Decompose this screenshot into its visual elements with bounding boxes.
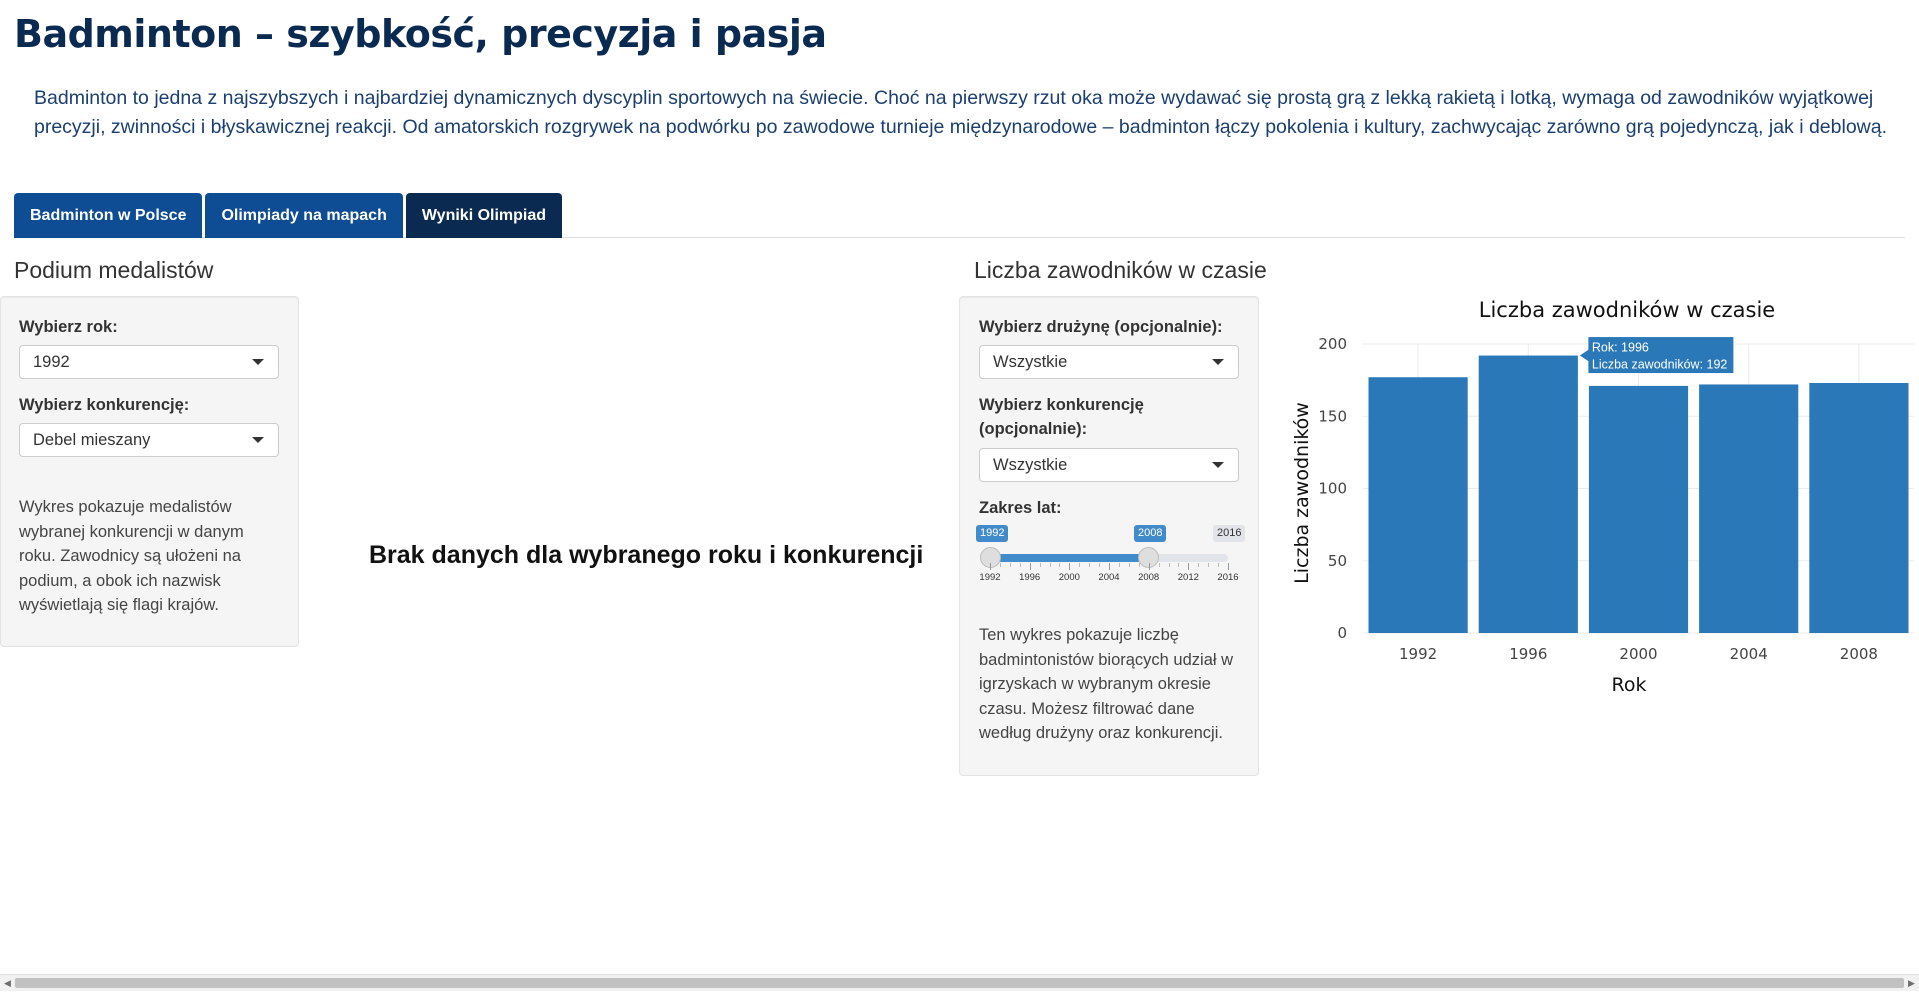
slider-minor-tick [1178,563,1180,567]
scroll-left-icon[interactable]: ◀ [0,975,15,992]
slider-tick [1109,563,1110,570]
team-select[interactable]: Wszystkie [979,345,1239,379]
horizontal-scrollbar[interactable]: ◀ ▶ [0,974,1919,991]
chart-x-tick-label: 2004 [1730,645,1768,663]
slider-tick-label: 2008 [1138,572,1160,583]
chart-title: Liczba zawodników w czasie [1479,298,1775,322]
participants-section-title: Liczba zawodników w czasie [974,257,1267,283]
slider-minor-tick [1099,563,1101,567]
year-range-label: Zakres lat: [979,499,1062,517]
participants-event-select-value: Wszystkie [993,455,1068,474]
participants-help-text: Ten wykres pokazuje liczbę badmintonistó… [979,626,1234,742]
chart-x-tick-label: 1996 [1509,645,1547,663]
slider-tick [1228,563,1229,570]
participants-event-label-line2: (opcjonalnie): [979,420,1088,438]
chart-y-tick-label: 50 [1328,552,1347,570]
chevron-down-icon [1212,462,1224,468]
range-from-badge: 1992 [976,525,1009,542]
participants-sidebar: Wybierz drużynę (opcjonalnie): Wszystkie… [959,296,1259,776]
slider-minor-tick [1198,563,1200,567]
tooltip-line-2: Liczba zawodników: 192 [1592,358,1728,372]
slider-minor-tick [1039,563,1041,567]
slider-minor-tick [1208,563,1210,567]
intro-text: Badminton to jedna z najszybszych i najb… [34,87,1888,138]
slider-tick [1188,563,1190,570]
participants-event-select[interactable]: Wszystkie [979,448,1239,482]
slider-tick-label: 2004 [1098,572,1120,583]
page-title: Badminton – szybkość, precyzja i pasja [14,12,827,56]
tooltip-line-1: Rok: 1996 [1592,341,1649,355]
team-label: Wybierz drużynę (opcjonalnie): [979,318,1223,336]
slider-tick-label: 2012 [1177,572,1199,583]
slider-minor-tick [1009,563,1011,567]
tab-olimpiady-na-mapach[interactable]: Olimpiady na mapach [205,193,403,238]
range-to-badge: 2008 [1134,525,1167,542]
chart-bar-2000[interactable] [1588,385,1689,633]
chart-x-axis-label: Rok [1612,674,1647,696]
chart-y-tick-label: 150 [1318,407,1347,425]
slider-tick-label: 1992 [979,572,1001,583]
chart-y-tick-label: 0 [1337,624,1347,642]
scrollbar-thumb[interactable] [15,978,1904,988]
slider-minor-tick [1049,563,1051,567]
chart-bar-2004[interactable] [1699,384,1799,633]
slider-minor-tick [1059,563,1061,567]
event-label: Wybierz konkurencję: [19,396,190,414]
tab-badminton-w-polsce[interactable]: Badminton w Polsce [14,193,203,238]
chart-y-tick-label: 100 [1318,480,1347,498]
slider-tick [1029,563,1031,570]
chevron-down-icon [252,437,264,443]
slider-tick [1148,563,1150,570]
participants-event-label-line1: Wybierz konkurencję [979,396,1144,414]
chart-bar-2008[interactable] [1809,383,1909,633]
chart-x-tick-label: 2000 [1619,645,1657,663]
year-label: Wybierz rok: [19,318,118,336]
slider-minor-tick [1079,563,1081,567]
participants-bar-chart: Liczba zawodników w czasie 050100150200 … [1291,298,1914,696]
slider-minor-tick [1118,563,1120,567]
chart-y-tick-label: 200 [1318,335,1347,353]
chart-tooltip: Rok: 1996 Liczba zawodników: 192 [1579,336,1735,375]
slider-minor-tick [1158,563,1160,567]
chevron-down-icon [252,359,264,365]
no-data-message: Brak danych dla wybranego roku i konkure… [369,541,924,569]
podium-help-text: Wykres pokazuje medalistów wybranej konk… [19,498,244,614]
slider-minor-tick [1168,563,1170,567]
range-max-badge: 2016 [1213,525,1246,542]
event-select-value: Debel mieszany [33,430,151,449]
chart-x-tick-label: 1992 [1399,645,1437,663]
year-select-value: 1992 [33,352,70,371]
chart-bar-1996[interactable] [1478,355,1578,633]
chart-bar-1992[interactable] [1368,377,1468,633]
slider-minor-tick [1138,563,1140,567]
slider-tick-label: 1996 [1019,572,1041,583]
slider-minor-tick [1019,563,1021,567]
event-select[interactable]: Debel mieszany [19,423,279,457]
podium-section-title: Podium medalistów [14,257,214,283]
slider-tick [1069,563,1071,570]
tab-wyniki-olimpiad[interactable]: Wyniki Olimpiad [405,193,563,238]
chart-x-tick-label: 2008 [1840,645,1878,663]
chevron-down-icon [1212,359,1224,365]
scroll-right-icon[interactable]: ▶ [1904,975,1919,992]
year-select[interactable]: 1992 [19,345,279,379]
slider-tick-label: 2016 [1217,572,1239,583]
slider-minor-tick [1128,563,1130,567]
slider-minor-tick [999,563,1001,567]
slider-minor-tick [1089,563,1091,567]
slider-tick [990,563,991,570]
chart-y-axis-label: Liczba zawodników [1291,402,1313,584]
slider-minor-tick [1218,563,1220,567]
tab-bar: Badminton w Polsce Olimpiady na mapach W… [14,193,1905,238]
slider-tick-label: 2000 [1058,572,1080,583]
range-slider-bar [990,554,1148,562]
team-select-value: Wszystkie [993,352,1068,371]
podium-sidebar: Wybierz rok: 1992 Wybierz konkurencję: D… [0,296,299,647]
